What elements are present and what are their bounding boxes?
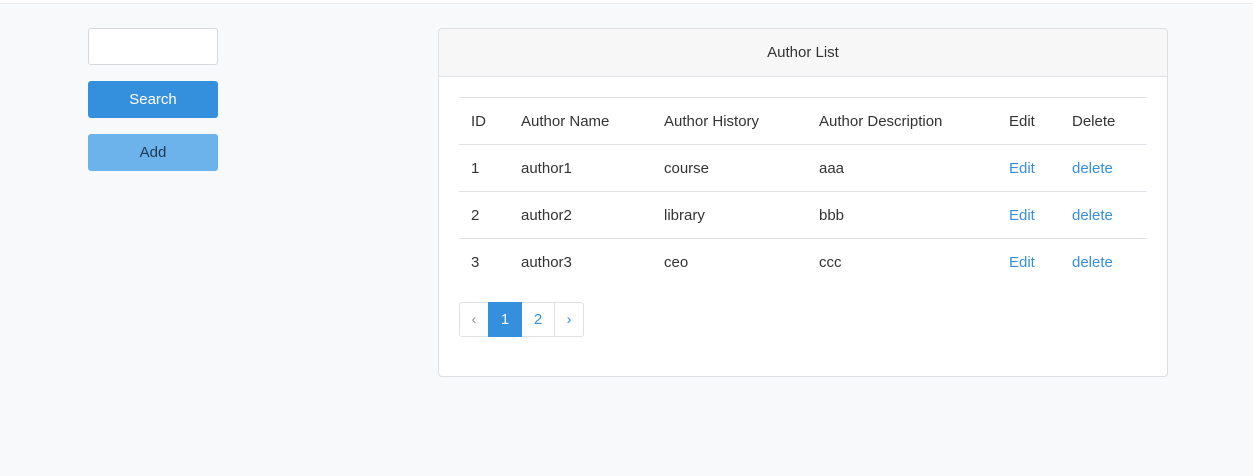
search-button[interactable]: Search: [88, 81, 218, 118]
pagination-page-2[interactable]: 2: [521, 301, 555, 337]
table-header-row: ID Author Name Author History Author Des…: [459, 97, 1147, 145]
column-header-author-description: Author Description: [807, 97, 997, 145]
pagination-prev-button[interactable]: ‹: [459, 301, 489, 337]
column-header-id: ID: [459, 97, 509, 145]
pagination: ‹ 1 2 ›: [459, 301, 1147, 337]
cell-author-description: bbb: [807, 191, 997, 239]
cell-delete: delete: [1060, 191, 1147, 239]
column-header-author-history: Author History: [652, 97, 807, 145]
cell-delete: delete: [1060, 238, 1147, 286]
delete-link[interactable]: delete: [1072, 160, 1113, 177]
cell-author-name: author1: [509, 144, 652, 192]
cell-edit: Edit: [997, 238, 1060, 286]
cell-delete: delete: [1060, 144, 1147, 192]
table-row: 3 author3 ceo ccc Edit delete: [459, 238, 1147, 286]
cell-author-name: author3: [509, 238, 652, 286]
cell-edit: Edit: [997, 191, 1060, 239]
cell-author-name: author2: [509, 191, 652, 239]
column-header-delete: Delete: [1060, 97, 1147, 145]
delete-link[interactable]: delete: [1072, 254, 1113, 271]
add-button[interactable]: Add: [88, 134, 218, 171]
cell-id: 2: [459, 191, 509, 239]
card-title: Author List: [439, 29, 1167, 77]
cell-author-history: library: [652, 191, 807, 239]
cell-author-history: course: [652, 144, 807, 192]
search-input[interactable]: [88, 28, 218, 65]
edit-link[interactable]: Edit: [1009, 207, 1035, 224]
edit-link[interactable]: Edit: [1009, 254, 1035, 271]
delete-link[interactable]: delete: [1072, 207, 1113, 224]
column-header-edit: Edit: [997, 97, 1060, 145]
top-navbar: [0, 0, 1253, 4]
author-list-card: Author List ID Author Name Author Histor…: [438, 28, 1168, 377]
cell-edit: Edit: [997, 144, 1060, 192]
cell-id: 3: [459, 238, 509, 286]
card-body: ID Author Name Author History Author Des…: [439, 77, 1167, 337]
author-table: ID Author Name Author History Author Des…: [459, 97, 1147, 286]
edit-link[interactable]: Edit: [1009, 160, 1035, 177]
pagination-page-1[interactable]: 1: [488, 301, 522, 337]
cell-author-description: aaa: [807, 144, 997, 192]
cell-id: 1: [459, 144, 509, 192]
search-panel: Search Add: [88, 28, 218, 171]
pagination-next-button[interactable]: ›: [554, 301, 584, 337]
table-row: 1 author1 course aaa Edit delete: [459, 144, 1147, 192]
cell-author-description: ccc: [807, 238, 997, 286]
column-header-author-name: Author Name: [509, 97, 652, 145]
cell-author-history: ceo: [652, 238, 807, 286]
table-row: 2 author2 library bbb Edit delete: [459, 191, 1147, 239]
